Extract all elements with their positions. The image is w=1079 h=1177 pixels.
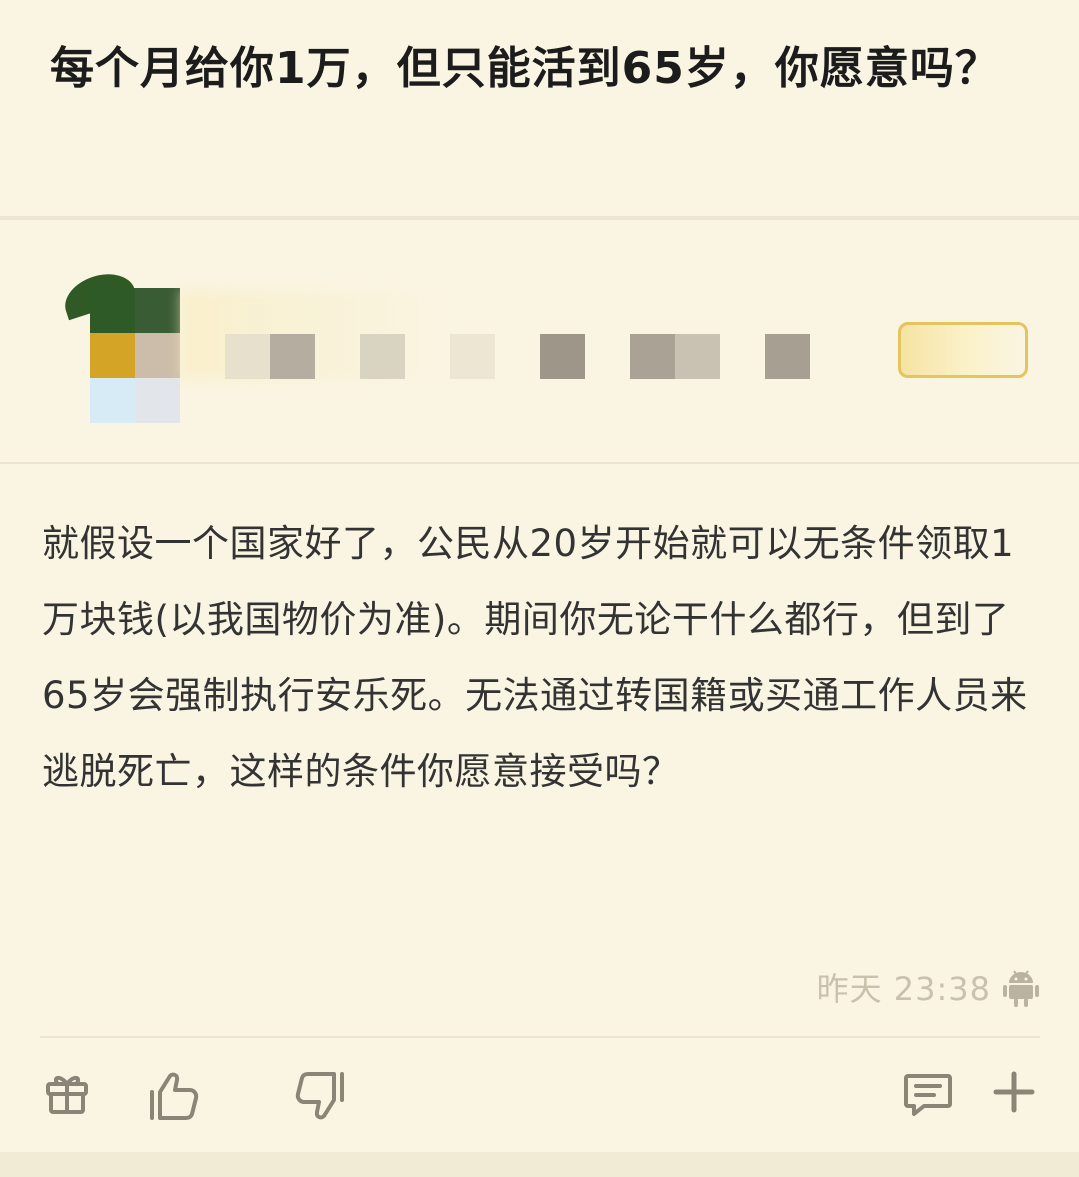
comment-icon[interactable] bbox=[902, 1068, 958, 1124]
answer-meta: 昨天 23:38 bbox=[817, 962, 1039, 1012]
level-badge[interactable] bbox=[898, 322, 1028, 378]
pixel-block bbox=[630, 334, 675, 379]
avatar[interactable] bbox=[58, 265, 180, 424]
android-icon bbox=[1003, 967, 1039, 1007]
pixel-block bbox=[225, 334, 270, 379]
question-title[interactable]: 每个月给你1万，但只能活到65岁，你愿意吗？ bbox=[50, 34, 1040, 104]
timestamp: 昨天 23:38 bbox=[816, 970, 991, 1008]
gift-icon[interactable] bbox=[42, 1068, 98, 1124]
divider bbox=[0, 462, 1079, 464]
answer-body: 就假设一个国家好了，公民从20岁开始就可以无条件领取1万块钱(以我国物价为准)。… bbox=[42, 522, 1028, 793]
pixel-block bbox=[270, 334, 315, 379]
pixel-block bbox=[540, 334, 585, 379]
author-name-obscured[interactable] bbox=[180, 290, 460, 380]
plus-icon[interactable] bbox=[990, 1068, 1046, 1124]
author-row[interactable] bbox=[0, 260, 1079, 440]
divider bbox=[40, 1036, 1040, 1038]
thumbs-up-icon[interactable] bbox=[146, 1068, 202, 1124]
bottom-strip bbox=[0, 1152, 1079, 1177]
thumbs-down-icon[interactable] bbox=[292, 1068, 348, 1124]
pixel-block bbox=[360, 334, 405, 379]
pixel-block bbox=[765, 334, 810, 379]
action-bar bbox=[0, 1060, 1079, 1130]
pixel-block bbox=[450, 334, 495, 379]
divider bbox=[0, 216, 1079, 220]
pixel-block bbox=[675, 334, 720, 379]
